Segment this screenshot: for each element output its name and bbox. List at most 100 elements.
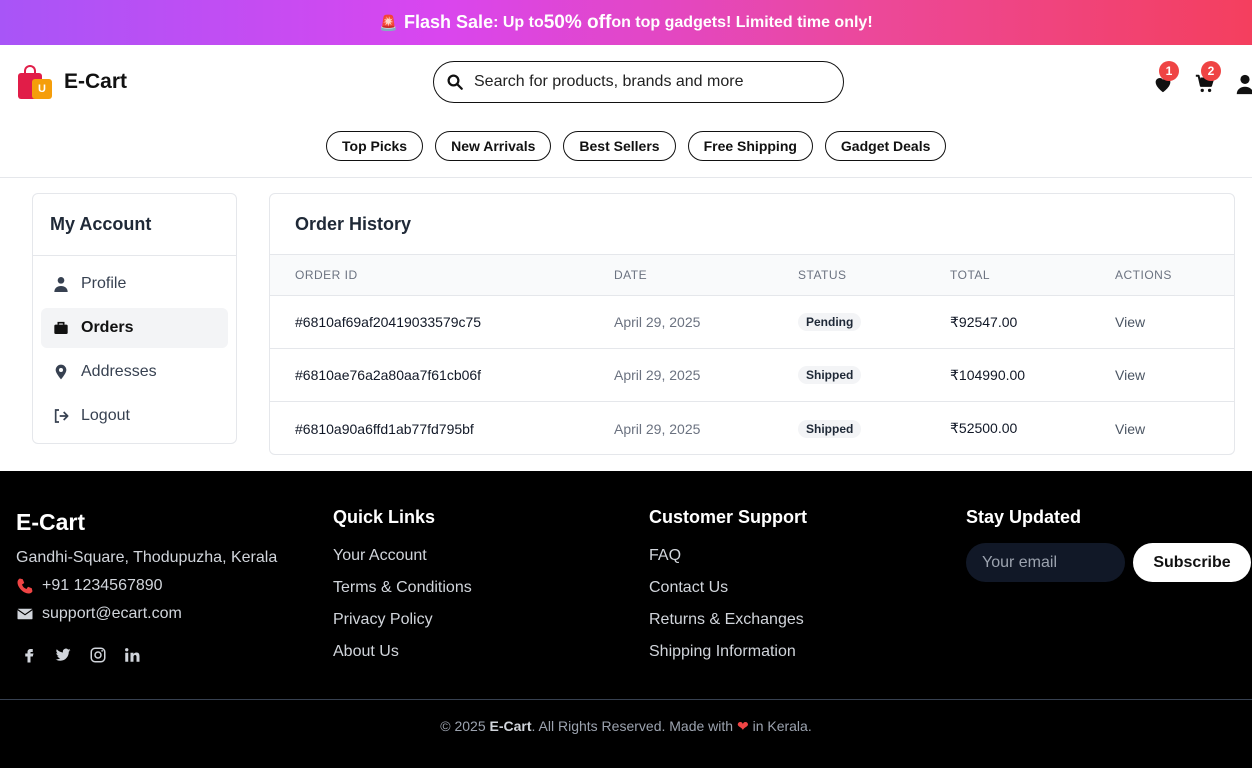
map-pin-icon: [55, 364, 67, 380]
footer-link-faq[interactable]: FAQ: [649, 547, 681, 565]
view-order-link[interactable]: View: [1115, 402, 1145, 454]
table-row: #6810a90a6ffd1ab77fd795bf April 29, 2025…: [270, 402, 1234, 454]
logout-icon: [54, 409, 69, 423]
cart-count-badge: 2: [1201, 61, 1221, 81]
sidebar-item-label: Orders: [81, 319, 134, 336]
phone-icon: [17, 578, 33, 594]
sidebar-title: My Account: [33, 194, 236, 256]
column-header: DATE: [614, 268, 648, 282]
flash-sale-label: Flash Sale: [404, 12, 494, 32]
order-total: ₹52500.00: [950, 420, 1018, 436]
sidebar-item-addresses[interactable]: Addresses: [41, 352, 228, 392]
site-footer: E-Cart Gandhi-Square, Thodupuzha, Kerala…: [0, 471, 1252, 768]
search-input[interactable]: [474, 73, 814, 91]
logo[interactable]: U E-Cart: [16, 63, 127, 101]
footer-link-shipping[interactable]: Shipping Information: [649, 643, 796, 661]
quick-links-heading: Quick Links: [333, 507, 436, 527]
mail-icon: [17, 608, 33, 620]
banner-text-post: on top gadgets! Limited time only!: [611, 13, 873, 31]
table-row: #6810ae76a2a80aa7f61cb06f April 29, 2025…: [270, 349, 1234, 402]
footer-address: Gandhi-Square, Thodupuzha, Kerala: [16, 549, 278, 566]
footer-link-returns[interactable]: Returns & Exchanges: [649, 611, 804, 629]
logo-letter: U: [32, 79, 52, 99]
twitter-icon[interactable]: [54, 646, 72, 664]
status-cell: Shipped: [798, 349, 862, 401]
status-badge: Shipped: [798, 366, 862, 384]
status-badge: Pending: [798, 313, 862, 331]
facebook-icon[interactable]: [20, 646, 38, 664]
flash-sale-banner: 🚨 Flash Sale : Up to 50% off on top gadg…: [0, 0, 1252, 45]
column-header: STATUS: [798, 268, 847, 282]
status-cell: Pending: [798, 296, 862, 348]
banner-text-pre: : Up to: [493, 13, 544, 31]
column-header: TOTAL: [950, 268, 991, 282]
newsletter-email-input[interactable]: [966, 543, 1125, 582]
brand-name: E-Cart: [64, 70, 128, 93]
copyright-brand: E-Cart: [489, 718, 532, 734]
chip-free-shipping[interactable]: Free Shipping: [687, 131, 813, 161]
sidebar-item-label: Logout: [81, 407, 130, 424]
email-address: support@ecart.com: [42, 605, 182, 622]
chip-gadget-deals[interactable]: Gadget Deals: [824, 131, 947, 161]
copyright-pre: © 2025: [440, 718, 490, 734]
search-bar: [433, 61, 844, 103]
order-total: ₹104990.00: [950, 366, 1026, 383]
sidebar-item-profile[interactable]: Profile: [41, 264, 228, 304]
chip-new-arrivals[interactable]: New Arrivals: [435, 131, 552, 161]
footer-link-terms[interactable]: Terms & Conditions: [333, 579, 472, 597]
order-id: #6810af69af20419033579c75: [295, 314, 482, 330]
panel-title: Order History: [270, 194, 1234, 255]
status-cell: Shipped: [798, 402, 862, 454]
view-order-link[interactable]: View: [1115, 296, 1145, 348]
shopping-bag-icon: U: [16, 63, 54, 101]
wishlist-count-badge: 1: [1159, 61, 1179, 81]
heart-icon: ❤: [736, 718, 749, 734]
order-id: #6810a90a6ffd1ab77fd795bf: [295, 420, 474, 437]
footer-link-contact[interactable]: Contact Us: [649, 579, 728, 597]
header-actions: 1 2: [1150, 61, 1252, 99]
search-icon[interactable]: [446, 73, 464, 91]
footer-link-your-account[interactable]: Your Account: [333, 547, 427, 565]
siren-icon: 🚨: [379, 14, 399, 32]
footer-phone: +91 1234567890: [16, 577, 163, 595]
order-history-panel: Order History ORDER ID DATE STATUS TOTAL…: [269, 193, 1235, 455]
footer-link-privacy[interactable]: Privacy Policy: [333, 611, 433, 629]
order-date: April 29, 2025: [614, 420, 701, 437]
user-icon: [54, 277, 68, 292]
table-row: #6810af69af20419033579c75 April 29, 2025…: [270, 296, 1234, 349]
order-id: #6810ae76a2a80aa7f61cb06f: [295, 367, 482, 383]
order-date: April 29, 2025: [614, 367, 701, 383]
sidebar-item-logout[interactable]: Logout: [41, 396, 228, 436]
status-badge: Shipped: [798, 419, 862, 438]
linkedin-icon[interactable]: [123, 646, 141, 664]
user-icon[interactable]: [1234, 73, 1252, 95]
footer-link-about[interactable]: About Us: [333, 643, 399, 661]
view-order-link[interactable]: View: [1115, 349, 1145, 401]
column-header: ORDER ID: [295, 268, 358, 282]
order-date: April 29, 2025: [614, 314, 701, 330]
briefcase-icon: [54, 321, 68, 334]
phone-number: +91 1234567890: [42, 577, 163, 594]
sidebar-item-label: Addresses: [81, 363, 157, 380]
column-header: ACTIONS: [1115, 268, 1172, 282]
account-sidebar: My Account Profile Orders Addresses Logo…: [32, 193, 237, 444]
copyright-mid: . All Rights Reserved. Made with: [531, 718, 737, 734]
copyright-post: in Kerala.: [748, 718, 812, 734]
copyright: © 2025 E-Cart. All Rights Reserved. Made…: [0, 718, 1252, 735]
table-header: ORDER ID DATE STATUS TOTAL ACTIONS: [270, 255, 1234, 296]
banner-discount: 50% off: [543, 11, 612, 33]
footer-divider: [0, 699, 1252, 700]
footer-brand: E-Cart: [16, 509, 86, 535]
subscribe-button[interactable]: Subscribe: [1133, 543, 1251, 582]
sidebar-item-label: Profile: [81, 275, 127, 292]
category-chips: Top Picks New Arrivals Best Sellers Free…: [326, 131, 947, 161]
chip-top-picks[interactable]: Top Picks: [326, 131, 424, 161]
instagram-icon[interactable]: [89, 646, 107, 664]
order-total: ₹92547.00: [950, 313, 1018, 330]
support-heading: Customer Support: [649, 507, 808, 527]
site-header: U E-Cart 1 2 Top Picks New Arrivals Best…: [0, 45, 1252, 178]
newsletter-heading: Stay Updated: [966, 507, 1082, 527]
footer-email: support@ecart.com: [16, 605, 182, 623]
sidebar-item-orders[interactable]: Orders: [41, 308, 228, 348]
chip-best-sellers[interactable]: Best Sellers: [563, 131, 676, 161]
